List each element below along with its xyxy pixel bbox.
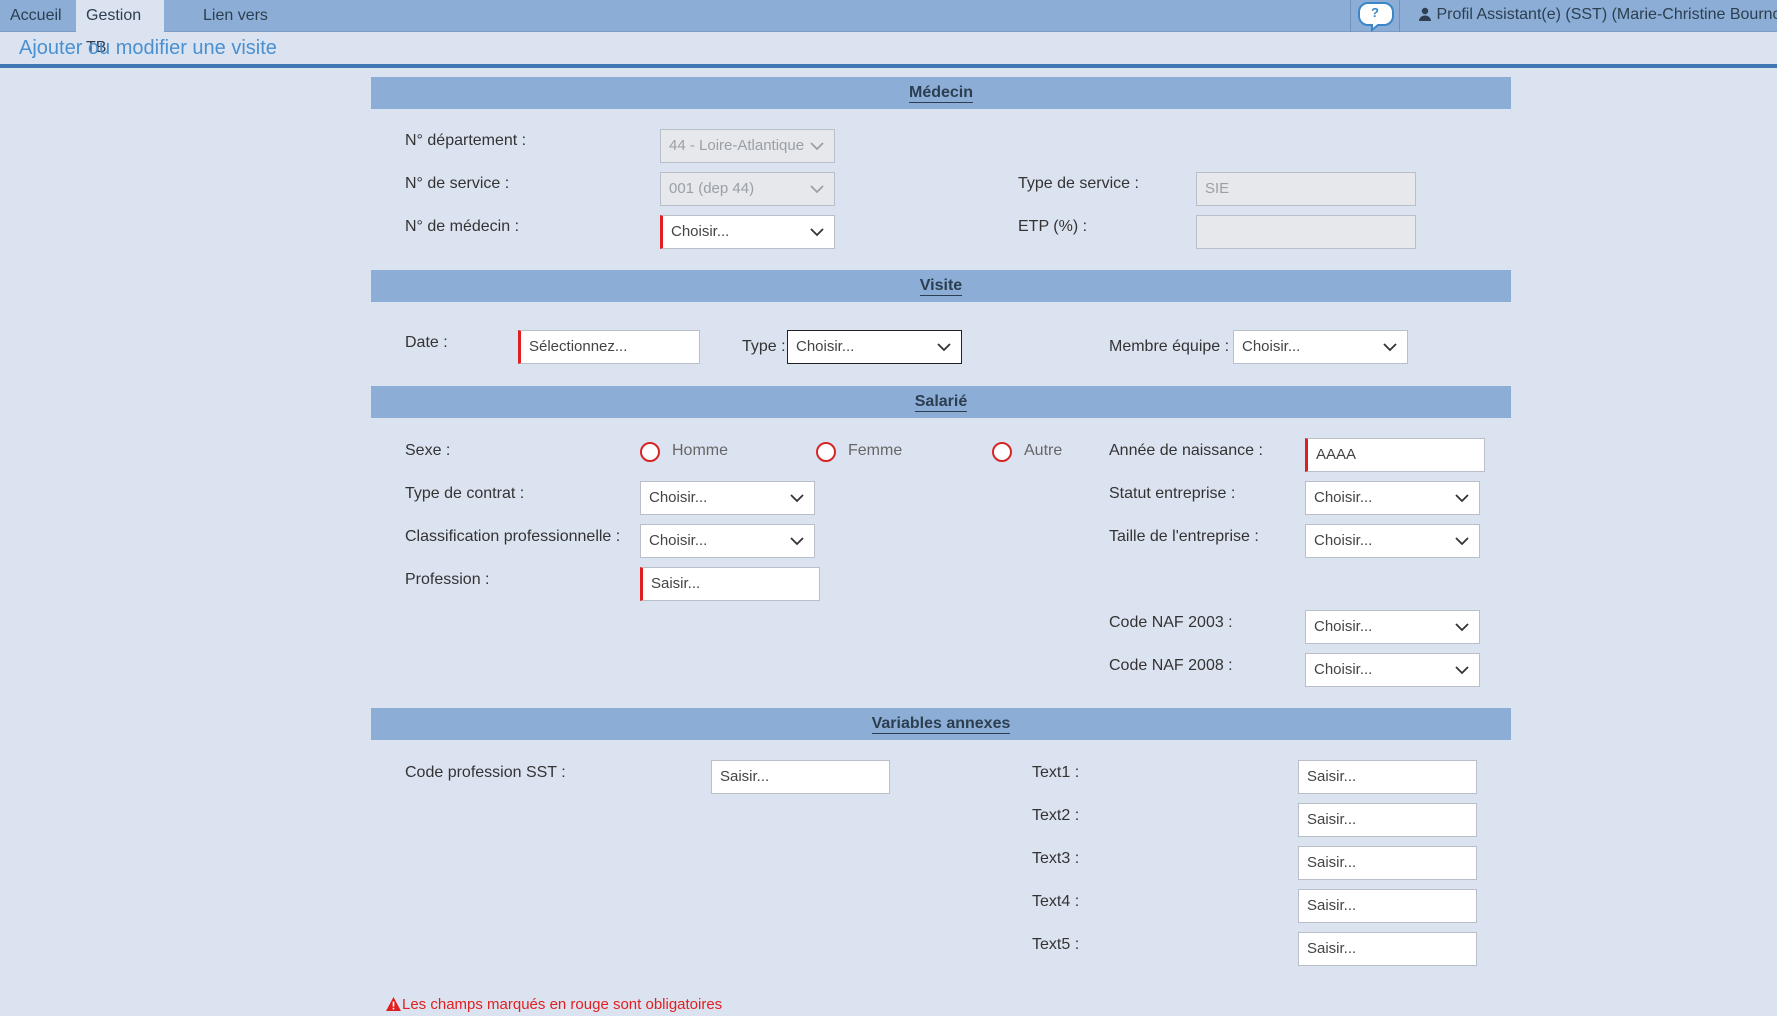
contrat-label: Type de contrat : [405,485,525,502]
medecin-select[interactable]: Choisir... [660,215,835,249]
medecin-value: Choisir... [671,223,730,240]
chevron-down-icon [790,494,804,503]
code-sst-label: Code profession SST : [405,764,566,781]
text4-label: Text4 : [1032,893,1080,910]
etp-label: ETP (%) : [1018,218,1088,235]
statut-value: Choisir... [1314,489,1373,506]
medecin-label: N° de médecin : [405,218,520,235]
code-sst-input[interactable]: Saisir... [711,760,890,794]
naf2008-select[interactable]: Choisir... [1305,653,1480,687]
radio-homme[interactable] [640,442,660,462]
text2-input[interactable]: Saisir... [1298,803,1477,837]
chevron-down-icon [810,185,824,194]
taille-select[interactable]: Choisir... [1305,524,1480,558]
tab-accueil[interactable]: Accueil [0,0,72,32]
chevron-down-icon [1455,537,1469,546]
user-icon [1419,8,1431,22]
date-input[interactable]: Sélectionnez... [518,330,700,364]
statut-label: Statut entreprise : [1109,485,1236,502]
classif-label: Classification professionnelle : [405,528,621,545]
svg-text:?: ? [1371,5,1379,20]
chevron-down-icon [790,537,804,546]
taille-label: Taille de l'entreprise : [1109,528,1259,545]
text5-input[interactable]: Saisir... [1298,932,1477,966]
section-title: Médecin [908,84,973,103]
departement-select[interactable]: 44 - Loire-Atlantique [660,129,835,163]
top-navbar: Accueil Gestion TB Lien vers ? Profil As… [0,0,1777,56]
page-header: Ajouter ou modifier une visite [0,32,1777,68]
sexe-label: Sexe : [405,442,451,459]
date-label: Date : [405,334,448,351]
type-service-label: Type de service : [1018,175,1139,192]
naf2003-select[interactable]: Choisir... [1305,610,1480,644]
radio-femme[interactable] [816,442,836,462]
text2-label: Text2 : [1032,807,1080,824]
section-title: Variables annexes [871,715,1011,734]
naf2008-label: Code NAF 2008 : [1109,657,1233,674]
annee-input[interactable]: AAAA [1305,438,1485,472]
classif-select[interactable]: Choisir... [640,524,815,558]
departement-value: 44 - Loire-Atlantique [669,137,805,154]
profession-input[interactable]: Saisir... [640,567,820,601]
service-value: 001 (dep 44) [669,180,755,197]
help-chat-icon: ? [1358,2,1394,32]
text1-input[interactable]: Saisir... [1298,760,1477,794]
required-fields-warning: Les champs marqués en rouge sont obligat… [385,996,722,1013]
warning-icon [386,997,401,1011]
chevron-down-icon [937,343,951,352]
profile-label: Profil Assistant(e) (SST) (Marie-Christi… [1436,6,1777,24]
profession-label: Profession : [405,571,490,588]
departement-label: N° département : [405,132,527,149]
chevron-down-icon [1455,494,1469,503]
membre-select[interactable]: Choisir... [1233,330,1408,364]
membre-label: Membre équipe : [1109,338,1230,355]
type-visite-value: Choisir... [796,338,855,355]
etp-field[interactable] [1196,215,1416,249]
tab-gestion-tb[interactable]: Gestion TB [76,0,164,56]
type-visite-select[interactable]: Choisir... [787,330,962,364]
chevron-down-icon [1383,343,1397,352]
text5-label: Text5 : [1032,936,1080,953]
tab-lien-vers[interactable]: Lien vers [193,0,278,32]
chevron-down-icon [810,142,824,151]
chevron-down-icon [810,228,824,237]
service-select[interactable]: 001 (dep 44) [660,172,835,206]
naf2003-value: Choisir... [1314,618,1373,635]
text3-label: Text3 : [1032,850,1080,867]
contrat-select[interactable]: Choisir... [640,481,815,515]
statut-select[interactable]: Choisir... [1305,481,1480,515]
radio-autre-label: Autre [1024,442,1063,459]
help-button[interactable]: ? [1350,0,1400,32]
section-title: Visite [919,277,963,296]
section-annexes: Variables annexes [371,708,1511,740]
section-salarie: Salarié [371,386,1511,418]
radio-homme-label: Homme [672,442,729,459]
contrat-value: Choisir... [649,489,708,506]
chevron-down-icon [1455,666,1469,675]
naf2008-value: Choisir... [1314,661,1373,678]
warning-text: Les champs marqués en rouge sont obligat… [402,996,723,1013]
classif-value: Choisir... [649,532,708,549]
type-service-field[interactable]: SIE [1196,172,1416,206]
text4-input[interactable]: Saisir... [1298,889,1477,923]
profile-menu[interactable]: Profil Assistant(e) (SST) (Marie-Christi… [1418,0,1777,32]
naf2003-label: Code NAF 2003 : [1109,614,1233,631]
membre-value: Choisir... [1242,338,1301,355]
taille-value: Choisir... [1314,532,1373,549]
radio-femme-label: Femme [848,442,903,459]
service-label: N° de service : [405,175,510,192]
chevron-down-icon [1455,623,1469,632]
section-title: Salarié [914,393,968,412]
page-title: Ajouter ou modifier une visite [19,37,277,59]
text3-input[interactable]: Saisir... [1298,846,1477,880]
section-visite: Visite [371,270,1511,302]
annee-label: Année de naissance : [1109,442,1263,459]
type-visite-label: Type : [742,338,786,355]
radio-autre[interactable] [992,442,1012,462]
text1-label: Text1 : [1032,764,1080,781]
section-medecin: Médecin [371,77,1511,109]
